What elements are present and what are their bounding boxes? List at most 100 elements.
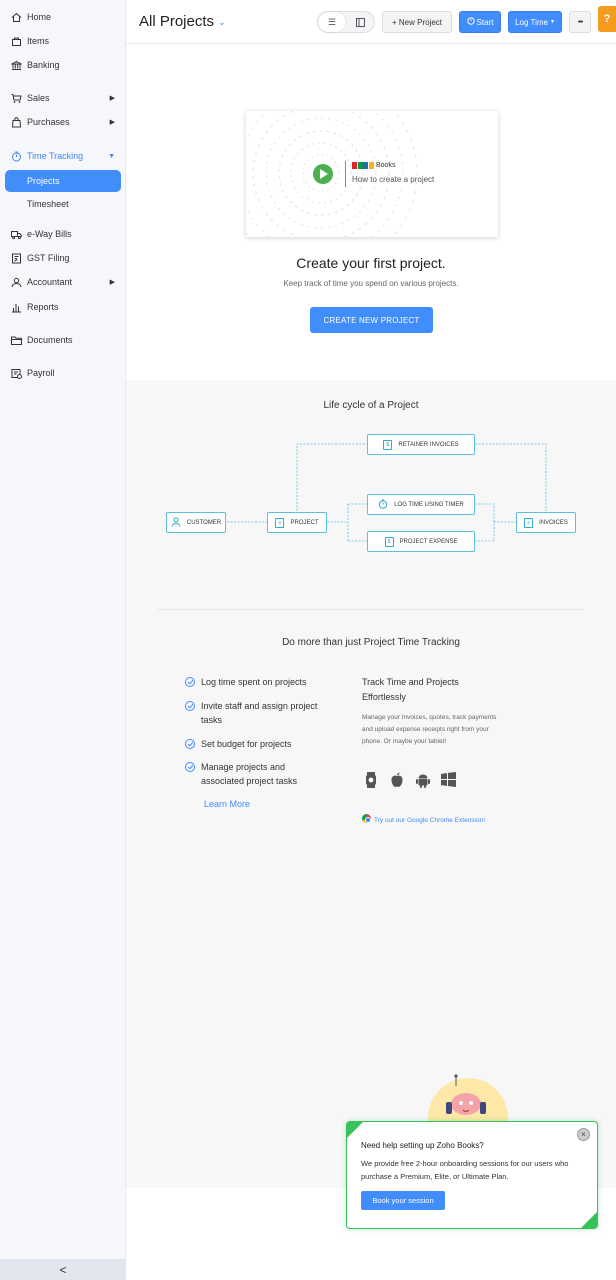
empty-state-subtitle: Keep track of time you spend on various … [283, 279, 459, 288]
lifecycle-node-customer: CUSTOMER [166, 512, 226, 533]
sidebar-item-eway-bills[interactable]: e-Way Bills [5, 223, 121, 245]
feature-text: Set budget for projects [201, 739, 292, 749]
receipt-icon: $ [384, 536, 394, 547]
sidebar-subitem-projects[interactable]: Projects [5, 170, 121, 192]
help-button[interactable]: ? [598, 6, 616, 32]
sidebar-item-label: GST Filing [27, 253, 70, 263]
play-button-icon[interactable] [313, 164, 333, 184]
invoice-icon: ≡ [524, 517, 534, 528]
book-session-button[interactable]: Book your session [361, 1191, 445, 1210]
sidebar-item-sales[interactable]: Sales ▶ [5, 87, 121, 109]
stopwatch-icon [378, 499, 388, 511]
close-icon[interactable]: × [577, 1128, 590, 1141]
video-divider [345, 161, 346, 187]
start-label: Start [476, 17, 494, 27]
sidebar-item-banking[interactable]: Banking [5, 54, 121, 76]
person-icon [11, 277, 22, 288]
onboarding-popup: Need help setting up Zoho Books? We prov… [346, 1121, 598, 1229]
feature-text: Manage projects and associated project t… [201, 762, 298, 786]
popup-corner-accent [581, 1212, 597, 1228]
zoho-logo-icon [352, 162, 374, 169]
page-title-dropdown[interactable]: All Projects ⌄ [139, 13, 226, 30]
book-session-label: Book your session [372, 1196, 434, 1205]
lifecycle-node-project-expense: $ PROJECT EXPENSE [367, 531, 475, 552]
sidebar-item-gst-filing[interactable]: GST Filing [5, 247, 121, 269]
header: All Projects ⌄ ☰ + New Project Start Log… [126, 0, 616, 44]
decorative-pattern [246, 111, 418, 237]
lifecycle-node-label: PROJECT EXPENSE [399, 538, 458, 545]
view-toggle: ☰ [317, 11, 375, 33]
sidebar-subitem-timesheet[interactable]: Timesheet [5, 193, 121, 215]
feature-text: Invite staff and assign project tasks [201, 701, 318, 725]
chrome-extension-link[interactable]: Try out our Google Chrome Extension! [362, 813, 492, 828]
check-circle-icon [185, 701, 195, 711]
chrome-icon [362, 814, 371, 823]
feature-item: Log time spent on projects [185, 675, 330, 689]
more-icon: ••• [577, 18, 583, 26]
sidebar-item-label: Accountant [27, 277, 73, 287]
watch-icon[interactable] [362, 771, 379, 788]
popup-question: Need help setting up Zoho Books? [361, 1141, 484, 1150]
truck-icon [11, 229, 22, 240]
sidebar-item-time-tracking[interactable]: Time Tracking ▼ [5, 145, 121, 167]
page-title: All Projects [139, 13, 215, 30]
video-subtitle: How to create a project [352, 175, 435, 184]
feature-item: Invite staff and assign project tasks [185, 699, 330, 727]
apple-icon[interactable] [388, 771, 405, 788]
caret-right-icon: ▶ [109, 95, 115, 102]
gst-icon [11, 253, 22, 264]
lifecycle-node-label: INVOICES [539, 519, 568, 526]
bar-chart-icon [11, 302, 22, 313]
check-circle-icon [185, 762, 195, 772]
sidebar-item-documents[interactable]: Documents [5, 329, 121, 351]
lifecycle-node-label: RETAINER INVOICES [398, 441, 459, 448]
timer-icon [466, 17, 475, 27]
shopping-bag-icon [11, 116, 22, 128]
feature-text: Log time spent on projects [201, 677, 307, 687]
column-view-icon[interactable] [346, 12, 374, 32]
create-new-project-label: CREATE NEW PROJECT [323, 315, 420, 325]
sidebar-item-purchases[interactable]: Purchases ▶ [5, 111, 121, 133]
log-time-button[interactable]: Log Time ▼ [508, 11, 562, 33]
android-icon[interactable] [414, 771, 431, 788]
bag-icon [11, 36, 22, 47]
sidebar-item-reports[interactable]: Reports [5, 296, 121, 318]
sidebar-item-label: Payroll [27, 368, 55, 378]
lifecycle-node-invoices: ≡ INVOICES [516, 512, 576, 533]
video-card[interactable]: Books How to create a project [246, 111, 498, 237]
payroll-icon [11, 368, 22, 379]
sidebar-item-payroll[interactable]: Payroll [5, 362, 121, 384]
create-new-project-button[interactable]: CREATE NEW PROJECT [310, 307, 433, 333]
start-timer-button[interactable]: Start [459, 11, 501, 33]
divider [158, 609, 584, 610]
log-time-label: Log Time [515, 17, 548, 27]
sidebar-item-label: Purchases [27, 117, 70, 127]
empty-state-section: Books How to create a project Create you… [126, 45, 616, 380]
folder-icon [11, 335, 22, 346]
lifecycle-node-label: PROJECT [290, 519, 319, 526]
sidebar-collapse-button[interactable]: < [0, 1259, 126, 1280]
windows-icon[interactable] [440, 771, 457, 788]
stopwatch-icon [11, 151, 22, 162]
sidebar-subitem-label: Projects [27, 176, 60, 186]
empty-state-title: Create your first project. [296, 255, 446, 271]
lifecycle-section: Life cycle of a Project CUSTOMER ≡ PROJE… [126, 380, 616, 580]
lifecycle-node-log-time: LOG TIME USING TIMER [367, 494, 475, 515]
chevron-down-icon: ⌄ [218, 17, 226, 27]
more-options-button[interactable]: ••• [569, 11, 591, 33]
do-more-section: Do more than just Project Time Tracking … [126, 580, 616, 1188]
sidebar-item-label: Home [27, 12, 52, 22]
caret-down-icon: ▼ [549, 19, 555, 25]
close-glyph: × [581, 1130, 586, 1139]
learn-more-link[interactable]: Learn More [204, 799, 250, 809]
sidebar-item-items[interactable]: Items [5, 30, 121, 52]
person-icon [171, 517, 181, 529]
lifecycle-node-label: LOG TIME USING TIMER [394, 501, 464, 508]
sidebar-item-accountant[interactable]: Accountant ▶ [5, 271, 121, 293]
bank-icon [11, 60, 22, 71]
list-view-icon[interactable]: ☰ [318, 12, 346, 32]
new-project-button[interactable]: + New Project [382, 11, 452, 33]
chrome-extension-label: Try out our Google Chrome Extension! [374, 817, 486, 824]
sidebar-item-home[interactable]: Home [5, 6, 121, 28]
caret-down-icon: ▼ [108, 152, 115, 160]
